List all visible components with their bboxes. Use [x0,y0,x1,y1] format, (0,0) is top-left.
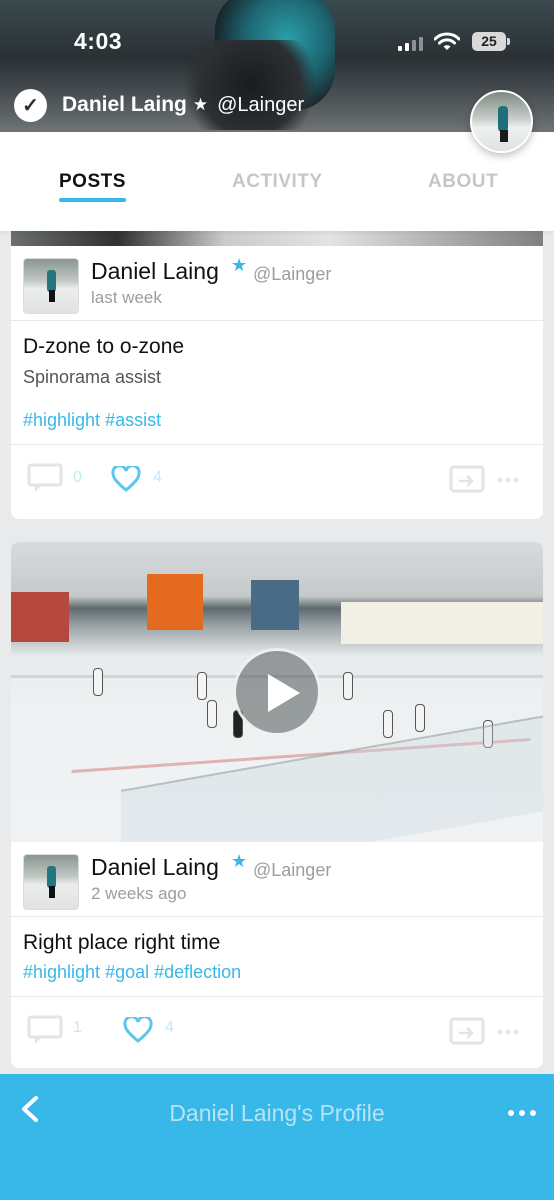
post-title: D-zone to o-zone [23,335,185,358]
hockey-player [415,704,425,732]
post-card[interactable]: Daniel Laing ★ @Lainger 2 weeks ago Righ… [11,542,543,1068]
profile-avatar[interactable] [470,90,533,153]
post-timestamp: 2 weeks ago [91,884,187,903]
like-count: 4 [165,1019,174,1036]
heart-icon[interactable] [123,1017,153,1043]
more-options-icon[interactable] [497,1029,519,1035]
post-header: Daniel Laing ★ @Lainger 2 weeks ago [11,842,543,916]
divider [11,916,543,917]
status-bar: 4:03 25 [0,26,554,58]
like-count: 4 [153,469,162,486]
hockey-player [197,672,207,700]
post-handle: @Lainger [253,860,332,880]
comment-count: 0 [73,469,82,486]
post-actions: 0 4 [11,445,543,513]
profile-name: Daniel Laing [62,93,187,116]
profile-handle: @Lainger [217,93,305,116]
hockey-player [343,672,353,700]
author-avatar[interactable] [23,854,79,910]
hockey-player [383,710,393,738]
battery-icon: 25 [472,32,510,51]
post-tags[interactable]: #highlight #goal #deflection [11,962,543,983]
profile-namebar: ✓ Daniel Laing ★ @Lainger [14,88,304,122]
post-author[interactable]: Daniel Laing [91,854,219,881]
hockey-player [207,700,217,728]
status-time: 4:03 [74,28,123,54]
play-icon[interactable] [233,648,321,736]
rink-banner [11,592,69,642]
share-icon[interactable] [449,465,485,493]
star-icon: ★ [231,851,248,871]
rink-banner [251,580,299,630]
bottom-nav-bar: Daniel Laing's Profile [0,1074,554,1200]
tab-active-indicator [59,198,126,202]
post-header: Daniel Laing ★ @Lainger last week [11,246,543,320]
star-icon: ★ [231,255,248,275]
hockey-player [93,668,103,696]
post-media-preview [11,231,543,246]
divider [11,320,543,321]
star-icon: ★ [192,95,209,114]
comment-icon[interactable] [27,463,63,493]
post-timestamp: last week [91,288,162,307]
share-icon[interactable] [449,1017,485,1045]
tab-posts[interactable]: POSTS [59,171,126,193]
post-card[interactable]: Daniel Laing ★ @Lainger last week D-zone… [11,231,543,519]
tab-about[interactable]: ABOUT [428,171,498,193]
profile-tabs: POSTS ACTIVITY ABOUT [0,132,554,231]
wifi-icon [434,32,460,50]
rink-banner [147,574,203,630]
verified-check-icon: ✓ [14,88,47,122]
post-tags[interactable]: #highlight #assist [11,410,543,431]
author-avatar[interactable] [23,258,79,314]
rink-banner [341,602,543,644]
post-title: Right place right time [23,931,221,954]
post-handle: @Lainger [253,264,332,284]
video-player[interactable] [11,542,543,842]
more-options-icon[interactable] [508,1110,536,1116]
post-author[interactable]: Daniel Laing [91,258,219,285]
heart-icon[interactable] [111,466,141,492]
tab-activity[interactable]: ACTIVITY [232,171,323,193]
signal-icon [398,35,423,51]
comment-count: 1 [73,1019,82,1036]
bottom-bar-title: Daniel Laing's Profile [169,1100,385,1126]
post-body: Spinorama assist [23,367,162,387]
post-actions: 1 4 [11,997,543,1065]
more-options-icon[interactable] [497,477,519,483]
rink-glass [121,714,543,842]
comment-icon[interactable] [27,1015,63,1045]
